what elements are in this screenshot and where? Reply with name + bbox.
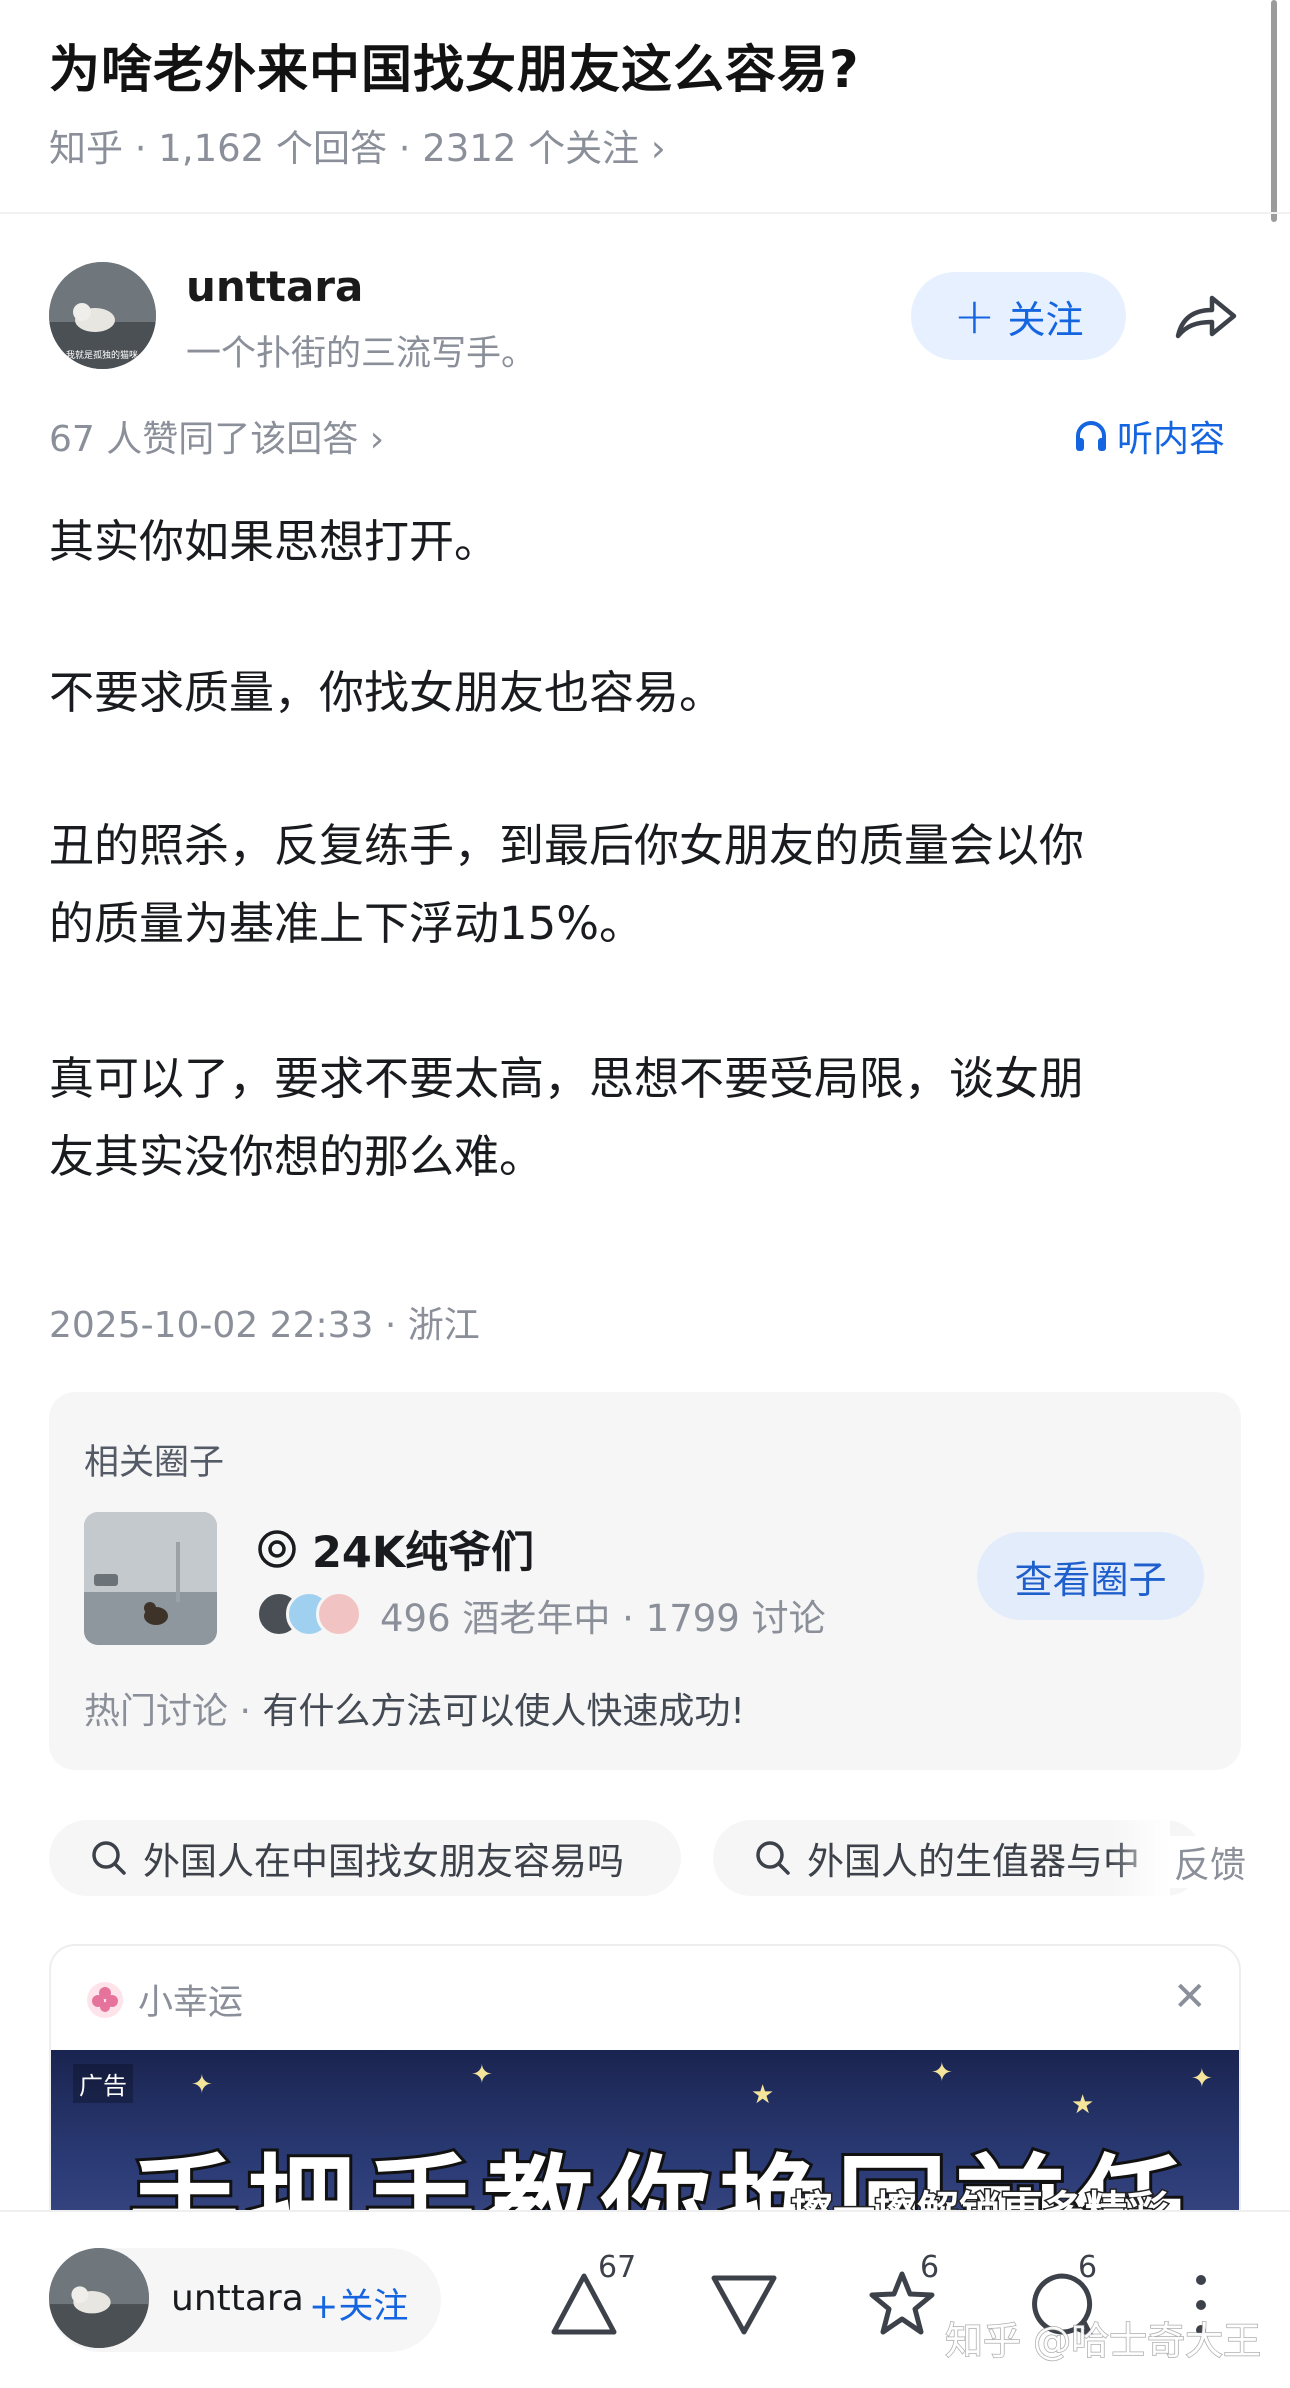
hot-discussion-label: 热门讨论 ·: [84, 1691, 263, 1732]
bottom-author-avatar[interactable]: [49, 2248, 149, 2348]
upvote-count: 67: [598, 2250, 637, 2285]
star-decoration: ✦: [191, 2070, 213, 2100]
avatar-caption: 我就是孤独的猫咪: [66, 349, 138, 361]
circle-icon: [258, 1530, 296, 1568]
listen-label: 听内容: [1117, 419, 1226, 460]
author-name[interactable]: unttara: [186, 262, 363, 311]
headphones-icon: [1076, 421, 1106, 451]
watermark: 知乎 @哈士奇大王: [944, 2318, 1262, 2364]
circle-stats: 496 酒老年中 · 1799 讨论: [380, 1597, 826, 1640]
answer-paragraph: 不要求质量，你找女朋友也容易。: [49, 666, 725, 719]
author-bio: 一个扑街的三流写手。: [186, 334, 537, 374]
divider: [0, 212, 1290, 214]
star-decoration: ★: [751, 2080, 775, 2110]
ad-card[interactable]: 小幸运 ✕ ✦ ✦ ★ ✦ ★ ✦ 广告 手把手教你挽回前任 擦一擦解锁更多精彩: [49, 1944, 1241, 2244]
share-icon[interactable]: [1172, 288, 1240, 344]
star-decoration: ★: [1071, 2090, 1095, 2120]
related-search-text: 外国人在中国找女朋友容易吗: [143, 1840, 624, 1883]
view-circle-button[interactable]: 查看圈子: [977, 1532, 1204, 1620]
question-meta[interactable]: 知乎 · 1,162 个回答 · 2312 个关注 ›: [49, 118, 666, 172]
close-icon[interactable]: ✕: [1173, 1974, 1207, 2020]
avatar-image: 我就是孤独的猫咪: [49, 262, 156, 369]
answer-paragraph: 友其实没你想的那么难。: [49, 1130, 545, 1183]
circle-members: 496 酒老年中 · 1799 讨论: [256, 1588, 826, 1642]
related-circle-card[interactable]: 相关圈子 24K纯爷们 496 酒老年中 · 1799 讨论 查看圈子 热门讨论…: [49, 1392, 1241, 1770]
star-decoration: ✦: [471, 2060, 493, 2090]
ad-brand: 小幸运: [86, 1974, 243, 2025]
circle-thumbnail: [84, 1512, 217, 1645]
bottom-author-pill[interactable]: unttara +关注: [49, 2248, 441, 2352]
feedback-link[interactable]: 反馈: [1168, 1836, 1247, 1888]
downvote-icon[interactable]: [708, 2268, 780, 2340]
plus-icon: +: [953, 287, 996, 345]
comment-count: 6: [1078, 2250, 1098, 2285]
clover-icon: [87, 1981, 123, 2018]
circle-section-title: 相关圈子: [84, 1443, 225, 1483]
search-icon: [756, 1841, 790, 1875]
hot-discussion[interactable]: 热门讨论 · 有什么方法可以使人快速成功!: [84, 1682, 745, 1734]
answer-paragraph: 其实你如果思想打开。: [49, 515, 500, 568]
related-search-text: 外国人的生值器与中: [807, 1840, 1140, 1883]
question-title[interactable]: 为啥老外来中国找女朋友这么容易?: [49, 28, 860, 102]
circle-name: 24K纯爷们: [312, 1528, 535, 1578]
member-avatars: [256, 1591, 364, 1639]
member-avatar: [316, 1591, 362, 1637]
ad-tag: 广告: [73, 2064, 133, 2103]
ad-brand-name: 小幸运: [138, 1983, 244, 2023]
answer-date-location: 2025-10-02 22:33 · 浙江: [49, 1305, 480, 1346]
follow-button[interactable]: + 关注: [911, 272, 1126, 360]
answer-paragraph: 真可以了，要求不要太高，思想不要受局限，谈女朋: [49, 1052, 1085, 1105]
bottom-follow-button[interactable]: +关注: [309, 2278, 408, 2329]
hot-discussion-topic: 有什么方法可以使人快速成功!: [262, 1691, 745, 1732]
bottom-action-bar: unttara +关注 67 6 6 知乎 @哈士奇大王: [0, 2210, 1290, 2388]
favorite-count: 6: [920, 2250, 940, 2285]
author-avatar[interactable]: 我就是孤独的猫咪: [49, 262, 156, 369]
follow-button-label: 关注: [1007, 297, 1084, 342]
scrollbar[interactable]: [1271, 0, 1277, 222]
circle-name-row[interactable]: 24K纯爷们: [256, 1518, 534, 1580]
search-icon: [92, 1841, 126, 1875]
bottom-author-name: unttara: [171, 2278, 304, 2319]
star-decoration: ✦: [931, 2058, 953, 2088]
vote-summary[interactable]: 67 人赞同了该回答 ›: [49, 410, 384, 462]
answer-paragraph: 丑的照杀，反复练手，到最后你女朋友的质量会以你: [49, 819, 1085, 872]
related-search-pill[interactable]: 外国人在中国找女朋友容易吗: [49, 1820, 681, 1896]
answer-paragraph: 的质量为基准上下浮动15%。: [49, 897, 645, 950]
fade-overlay: [1110, 1820, 1170, 1896]
star-decoration: ✦: [1191, 2064, 1213, 2094]
listen-button[interactable]: 听内容: [1073, 410, 1225, 462]
